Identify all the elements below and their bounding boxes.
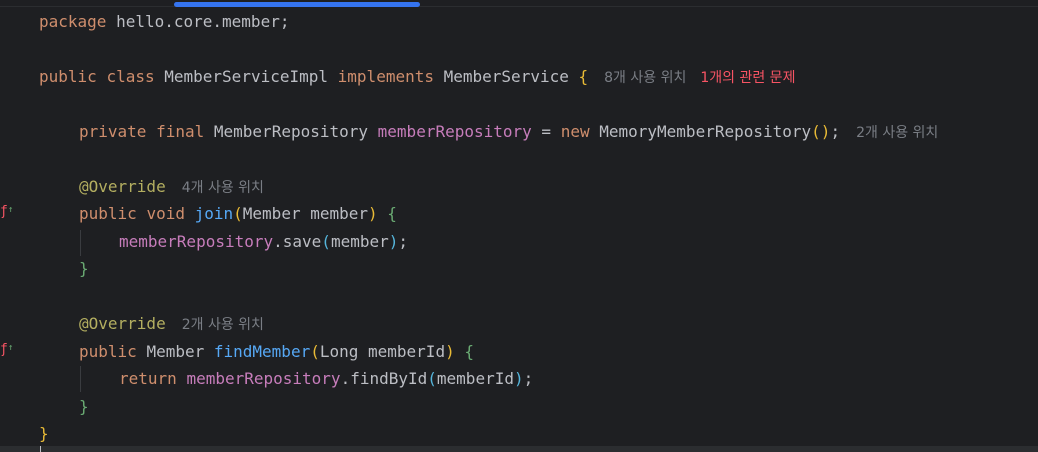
paren: ) [820, 122, 831, 141]
keyword: class [106, 67, 155, 86]
keyword: public [79, 342, 137, 361]
brace: } [79, 397, 89, 416]
related-problems-hint[interactable]: 1개의 관련 문제 [700, 70, 795, 86]
implements-method-icon[interactable]: ƒ ↑ [0, 343, 14, 357]
constructor-name: MemoryMemberRepository [599, 122, 812, 141]
argument: member [330, 232, 389, 251]
keyword: final [156, 122, 205, 141]
method-call: .findById [340, 369, 428, 388]
text-caret [40, 446, 41, 452]
annotation: @Override [79, 314, 166, 333]
code-line-13[interactable]: public Member findMember(Long memberId) … [79, 339, 474, 365]
method-name: join [194, 204, 234, 223]
package-name: hello.core.member; [106, 12, 290, 31]
paren: ) [368, 204, 378, 223]
argument: memberId [436, 369, 514, 388]
code-line-3[interactable]: public class MemberServiceImpl implement… [39, 64, 795, 90]
method-name: findMember [213, 342, 311, 361]
field-name: memberRepository [377, 122, 532, 141]
usages-hint[interactable]: 2개 사용 위치 [182, 317, 264, 333]
editor-top-border [0, 6, 1038, 7]
keyword: return [119, 369, 177, 388]
brace: { [578, 67, 589, 86]
parameters: Long memberId [319, 342, 446, 361]
indent-guide [80, 230, 81, 256]
code-line-1[interactable]: package hello.core.member; [39, 9, 289, 35]
keyword: void [146, 204, 185, 223]
field-name: memberRepository [186, 369, 341, 388]
paren: ( [811, 122, 821, 141]
code-line-15[interactable]: } [79, 394, 89, 420]
brace: } [79, 259, 89, 278]
usages-hint[interactable]: 8개 사용 위치 [604, 70, 686, 86]
code-editor[interactable]: ƒ ↑ ƒ ↑ package hello.core.member; public … [0, 0, 1038, 452]
brace: { [464, 342, 474, 361]
semicolon: ; [398, 232, 409, 251]
method-call: .save [273, 232, 322, 251]
code-line-12[interactable]: @Override 2개 사용 위치 [79, 311, 264, 337]
code-line-5[interactable]: private final MemberRepository memberRep… [79, 119, 938, 145]
code-line-7[interactable]: @Override 4개 사용 위치 [79, 174, 264, 200]
paren: ) [513, 369, 524, 388]
indent-guide [80, 366, 81, 392]
editor-bottom-border [0, 446, 1038, 452]
type-name: Member [146, 342, 205, 361]
semicolon: ; [523, 369, 534, 388]
code-line-9[interactable]: memberRepository.save(member); [119, 229, 408, 255]
field-name: memberRepository [119, 232, 274, 251]
class-name: MemberServiceImpl [164, 67, 329, 86]
brace: } [39, 424, 49, 443]
paren: ( [427, 369, 437, 388]
operator: = [531, 122, 561, 141]
paren: ) [445, 342, 455, 361]
code-line-8[interactable]: public void join(Member member) { [79, 201, 397, 227]
type-name: MemberRepository [213, 122, 369, 141]
keyword: private [79, 122, 147, 141]
keyword: public [39, 67, 97, 86]
paren: ( [310, 342, 320, 361]
keyword: package [39, 12, 107, 31]
keyword: public [79, 204, 137, 223]
paren: ) [388, 232, 399, 251]
paren: ( [321, 232, 331, 251]
annotation: @Override [79, 177, 166, 196]
keyword: implements [337, 67, 434, 86]
interface-name: MemberService [443, 67, 569, 86]
usages-hint[interactable]: 4개 사용 위치 [182, 180, 264, 196]
usages-hint[interactable]: 2개 사용 위치 [856, 125, 938, 141]
paren: ( [233, 204, 243, 223]
code-line-10[interactable]: } [79, 256, 89, 282]
implements-method-icon[interactable]: ƒ ↑ [0, 205, 14, 219]
horizontal-scrollbar-thumb[interactable] [174, 2, 420, 7]
keyword: new [560, 122, 590, 141]
code-line-16[interactable]: } [39, 421, 49, 447]
parameters: Member member [242, 204, 369, 223]
semicolon: ; [830, 122, 841, 141]
code-line-14[interactable]: return memberRepository.findById(memberI… [119, 366, 533, 392]
brace: { [387, 204, 397, 223]
